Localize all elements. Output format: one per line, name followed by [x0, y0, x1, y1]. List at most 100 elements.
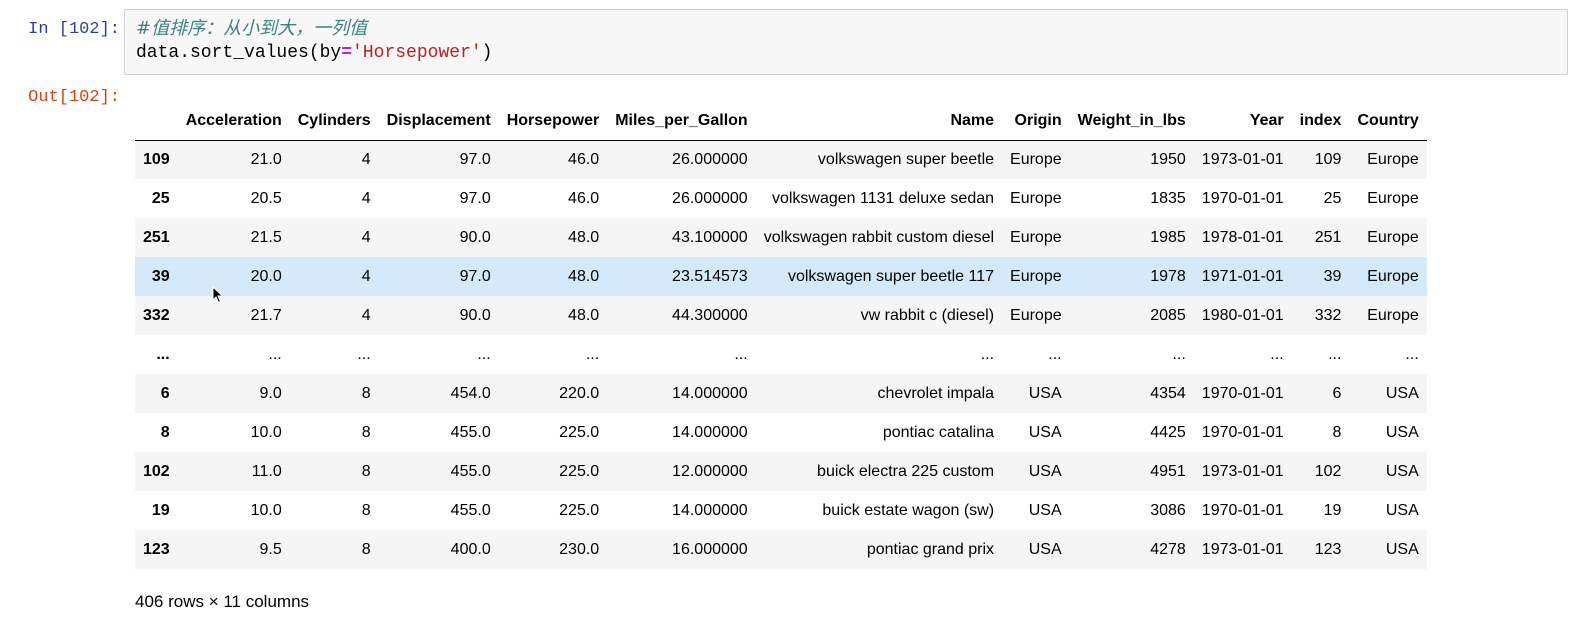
table-cell: 21.7 [250, 306, 282, 324]
code-call-prefix: data.sort_values(by [136, 43, 342, 63]
table-cell: chevrolet impala [877, 384, 995, 402]
table-cell: 20.5 [250, 189, 282, 207]
table-cell: 220.0 [559, 384, 600, 402]
table-cell: 11.0 [251, 462, 282, 480]
code-call-suffix: ) [481, 43, 493, 63]
table-row: 6 9.0 8 454.0 220.0 14.000000 chevrolet impala… [135, 374, 1427, 413]
dataframe-table: Acceleration Cylinders Displacement Horsepo… [135, 102, 1427, 569]
table-cell: volkswagen 1131 deluxe sedan [771, 189, 995, 207]
table-row: 25 20.5 4 97.0 46.0 26.000000 volkswagen 1131 … [135, 179, 1427, 218]
table-row: 102 11.0 8 455.0 225.0 12.000000 buick electra… [135, 452, 1427, 491]
table-cell: 8 [1332, 423, 1342, 441]
table-cell: 9.0 [259, 384, 282, 402]
column-header: Miles_per_Gallon [607, 102, 756, 141]
table-cell: 2085 [1150, 306, 1186, 324]
table-cell: ... [1172, 345, 1186, 363]
table-cell: 455.0 [450, 501, 491, 519]
dataframe-shape: 406 rows × 11 columns [135, 592, 310, 611]
row-index: 251 [143, 228, 170, 246]
table-cell: 43.100000 [672, 228, 748, 246]
table-cell: 4 [361, 150, 371, 168]
table-cell: volkswagen super beetle [817, 150, 995, 168]
table-cell: 26.000000 [672, 189, 748, 207]
column-header: Year [1193, 102, 1292, 141]
input-prompt: In [102]: [28, 20, 120, 39]
table-cell: Europe [1010, 189, 1062, 207]
row-index: 39 [151, 267, 170, 285]
table-cell: 46.0 [568, 189, 600, 207]
table-header-row: Acceleration Cylinders Displacement Horsepo… [135, 102, 1427, 141]
column-header: Acceleration [177, 102, 290, 141]
code-line-call: data.sort_values(by='Horsepower') [136, 41, 1557, 65]
table-cell: 8 [361, 423, 371, 441]
row-index: 19 [151, 501, 170, 519]
table-cell: 97.0 [459, 189, 491, 207]
table-cell: buick estate wagon (sw) [822, 501, 995, 519]
table-cell: 44.300000 [672, 306, 748, 324]
code-comment: #值排序：从小到大，一列值 [136, 18, 368, 39]
column-header: Name [755, 102, 1003, 141]
table-cell: 8 [361, 501, 371, 519]
table-cell: Europe [1367, 189, 1419, 207]
table-cell: ... [1048, 345, 1062, 363]
table-cell: 90.0 [459, 228, 491, 246]
table-row: 8 10.0 8 455.0 225.0 14.000000 pontiac catalin… [135, 413, 1427, 452]
table-cell: ... [477, 345, 491, 363]
table-cell: 21.5 [250, 228, 282, 246]
table-row: 19 10.0 8 455.0 225.0 14.000000 buick estate w… [135, 491, 1427, 530]
table-cell: 12.000000 [672, 462, 748, 480]
table-cell: 4354 [1150, 384, 1186, 402]
table-cell: ... [1405, 345, 1419, 363]
table-cell: 4278 [1150, 540, 1186, 558]
table-cell: 21.0 [250, 150, 282, 168]
table-cell: 4 [361, 189, 371, 207]
table-cell: 1950 [1150, 150, 1186, 168]
table-cell: ... [268, 345, 282, 363]
table-cell: 4 [361, 306, 371, 324]
row-index: 109 [143, 150, 170, 168]
table-cell: 4425 [1150, 423, 1186, 441]
table-cell: Europe [1367, 228, 1419, 246]
table-cell: 48.0 [568, 228, 600, 246]
table-cell: USA [1028, 384, 1062, 402]
table-cell: Europe [1367, 267, 1419, 285]
table-cell: 1835 [1150, 189, 1186, 207]
table-cell: Europe [1010, 306, 1062, 324]
table-cell: 251 [1314, 228, 1342, 246]
table-cell: 9.5 [259, 540, 282, 558]
code-line-comment: #值排序：从小到大，一列值 [136, 17, 1557, 41]
code-input-area[interactable]: #值排序：从小到大，一列值 data.sort_values(by='Horse… [124, 9, 1568, 75]
table-cell: Europe [1367, 306, 1419, 324]
table-cell: 16.000000 [672, 540, 748, 558]
table-cell: 1978 [1150, 267, 1186, 285]
table-cell: 39 [1323, 267, 1342, 285]
table-cell: volkswagen super beetle 117 [787, 267, 995, 285]
table-cell: pontiac catalina [882, 423, 995, 441]
row-index: 25 [151, 189, 170, 207]
output-prompt: Out[102]: [28, 88, 120, 107]
table-cell: 14.000000 [672, 384, 748, 402]
table-row: 39 20.0 4 97.0 48.0 23.514573 volkswagen super… [135, 257, 1427, 296]
table-cell: 1970-01-01 [1201, 423, 1284, 441]
column-header: Weight_in_lbs [1069, 102, 1194, 141]
table-row: 251 21.5 4 90.0 48.0 43.100000 volkswagen rabb… [135, 218, 1427, 257]
table-cell: 1970-01-01 [1201, 384, 1284, 402]
table-cell: 225.0 [559, 501, 600, 519]
code-string: 'Horsepower' [352, 43, 482, 63]
table-cell: 4951 [1150, 462, 1186, 480]
table-cell: 1973-01-01 [1201, 540, 1284, 558]
column-header: Horsepower [498, 102, 608, 141]
table-cell: 48.0 [568, 306, 600, 324]
column-header: Displacement [378, 102, 499, 141]
row-index: 123 [143, 540, 170, 558]
table-cell: ... [734, 345, 748, 363]
table-cell: Europe [1367, 150, 1419, 168]
table-cell: 455.0 [450, 462, 491, 480]
column-header: index [1291, 102, 1350, 141]
table-cell: vw rabbit c (diesel) [860, 306, 995, 324]
table-cell: 26.000000 [672, 150, 748, 168]
table-cell: Europe [1010, 150, 1062, 168]
table-cell: USA [1028, 423, 1062, 441]
row-index: 6 [160, 384, 170, 402]
table-cell: 46.0 [568, 150, 600, 168]
